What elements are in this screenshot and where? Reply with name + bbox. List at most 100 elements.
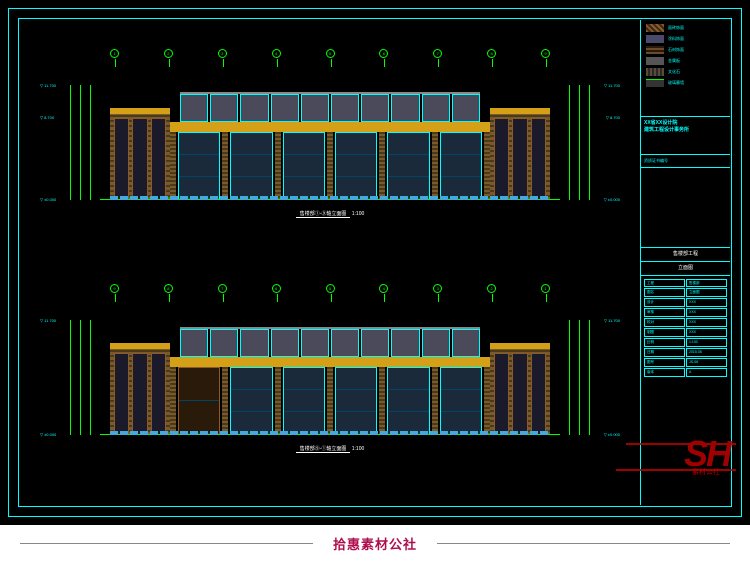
dim-vertical bbox=[569, 85, 570, 200]
watermark-sub: 素材公社 bbox=[692, 467, 720, 477]
tb-field-label: 设计 bbox=[644, 298, 685, 307]
cert-block: 资质证书编号 bbox=[641, 154, 730, 167]
tb-field-label: 比例 bbox=[644, 338, 685, 347]
tb-field-value: 1:100 bbox=[686, 338, 727, 347]
legend-label: 面砖饰面 bbox=[668, 26, 684, 30]
third-floor-band bbox=[180, 92, 480, 122]
tb-field-value: XXX bbox=[686, 298, 727, 307]
dim-vertical bbox=[589, 85, 590, 200]
level-marker: ±0.000 bbox=[604, 432, 620, 437]
dim-vertical bbox=[90, 320, 91, 435]
tb-field-label: 图号 bbox=[644, 358, 685, 367]
tb-field-label: 审核 bbox=[644, 308, 685, 317]
level-marker: 11.700 bbox=[604, 318, 620, 323]
spandrel-band bbox=[170, 122, 490, 132]
end-pavilion-right bbox=[490, 343, 550, 435]
drawing-area[interactable]: 1 2 3 4 5 6 7 8 9 11.700 8.700 ±0.000 11… bbox=[20, 20, 640, 505]
dim-vertical bbox=[90, 85, 91, 200]
axis-bubble: 2 bbox=[164, 49, 173, 58]
legend-swatch bbox=[646, 24, 664, 32]
tb-field-value: XXX bbox=[686, 308, 727, 317]
tb-field-label: 图名 bbox=[644, 288, 685, 297]
end-pavilion-right bbox=[490, 108, 550, 200]
tb-field-label: 日期 bbox=[644, 348, 685, 357]
legend-swatch bbox=[646, 68, 664, 76]
view-caption-top: 售楼部①-⑨轴立面图 1:100 bbox=[100, 210, 560, 218]
legend-row: 面砖饰面 bbox=[646, 24, 726, 32]
building-mass bbox=[110, 325, 550, 435]
level-marker: 8.700 bbox=[606, 115, 620, 120]
elevation-bottom: 9 8 7 6 5 4 3 2 1 11.700 ±0.000 11.700 ±… bbox=[100, 300, 560, 455]
building-mass bbox=[110, 90, 550, 200]
legend-row: 金属板 bbox=[646, 57, 726, 65]
dim-vertical bbox=[70, 320, 71, 435]
title-block-grid: 工程售楼部图名立面图设计XXX审核XXX校对XXX制图XXX比例1:100日期2… bbox=[641, 275, 730, 380]
dim-vertical bbox=[80, 320, 81, 435]
legend-swatch bbox=[646, 57, 664, 65]
axis-bubble: 9 bbox=[541, 49, 550, 58]
axis-bubble: 1 bbox=[110, 49, 119, 58]
firm-header: XX省XX设计院 建筑工程设计事务所 bbox=[641, 116, 730, 154]
central-block bbox=[170, 92, 490, 200]
level-marker: 8.700 bbox=[40, 115, 54, 120]
legend-swatch bbox=[646, 79, 664, 87]
tb-field-value: 2015.08 bbox=[686, 348, 727, 357]
level-marker: ±0.000 bbox=[604, 197, 620, 202]
end-pavilion-left bbox=[110, 108, 170, 200]
axis-bubble: 2 bbox=[487, 284, 496, 293]
tb-field-label: 校对 bbox=[644, 318, 685, 327]
ground-curtain-wall bbox=[170, 132, 490, 200]
dim-vertical bbox=[589, 320, 590, 435]
axis-bubble: 8 bbox=[164, 284, 173, 293]
axis-bubble: 4 bbox=[379, 284, 388, 293]
legend-row: 石材饰面 bbox=[646, 46, 726, 54]
legend-swatch bbox=[646, 46, 664, 54]
legend-label: 石材饰面 bbox=[668, 48, 684, 52]
end-columns bbox=[114, 118, 166, 200]
tb-field-value: XXX bbox=[686, 328, 727, 337]
legend-row: 玻璃幕墙 bbox=[646, 79, 726, 87]
project-name: 售楼部工程 bbox=[641, 247, 730, 261]
tb-field-value: XXX bbox=[686, 318, 727, 327]
material-legend: 面砖饰面涂料饰面石材饰面金属板文化石玻璃幕墙 bbox=[646, 24, 726, 90]
banner-rule-right bbox=[437, 543, 730, 544]
plinth-hatch bbox=[110, 196, 550, 200]
central-block bbox=[170, 327, 490, 435]
tb-field-value: 售楼部 bbox=[686, 279, 727, 288]
legend-label: 金属板 bbox=[668, 59, 680, 63]
tb-field-value: A bbox=[686, 368, 727, 377]
legend-swatch bbox=[646, 35, 664, 43]
page-banner: 拾惠素材公社 bbox=[0, 525, 750, 562]
axis-bubble: 5 bbox=[326, 284, 335, 293]
tb-field-label: 工程 bbox=[644, 279, 685, 288]
legend-label: 玻璃幕墙 bbox=[668, 81, 684, 85]
end-columns bbox=[494, 118, 546, 200]
elevation-top: 1 2 3 4 5 6 7 8 9 11.700 8.700 ±0.000 11… bbox=[100, 65, 560, 220]
axis-bubble: 8 bbox=[487, 49, 496, 58]
cad-viewport[interactable]: 1 2 3 4 5 6 7 8 9 11.700 8.700 ±0.000 11… bbox=[0, 0, 750, 525]
dim-vertical bbox=[70, 85, 71, 200]
view-caption-bot: 售楼部⑨-①轴立面图 1:100 bbox=[100, 445, 560, 453]
legend-label: 涂料饰面 bbox=[668, 37, 684, 41]
legend-row: 涂料饰面 bbox=[646, 35, 726, 43]
stamp-area bbox=[641, 167, 730, 247]
axis-bubble: 6 bbox=[379, 49, 388, 58]
axis-grid-top: 1 2 3 4 5 6 7 8 9 bbox=[110, 49, 550, 58]
axis-bubble: 4 bbox=[272, 49, 281, 58]
axis-bubble: 1 bbox=[541, 284, 550, 293]
end-pavilion-left bbox=[110, 343, 170, 435]
dim-vertical bbox=[579, 320, 580, 435]
dim-vertical bbox=[80, 85, 81, 200]
drawing-name: 立面图 bbox=[641, 261, 730, 275]
axis-bubble: 7 bbox=[433, 49, 442, 58]
level-marker: 11.700 bbox=[604, 83, 620, 88]
axis-bubble: 5 bbox=[326, 49, 335, 58]
legend-label: 文化石 bbox=[668, 70, 680, 74]
cornice-band bbox=[490, 108, 550, 114]
axis-bubble: 7 bbox=[218, 284, 227, 293]
tb-field-value: JS-06 bbox=[686, 358, 727, 367]
banner-rule-left bbox=[20, 543, 313, 544]
tb-field-value: 立面图 bbox=[686, 288, 727, 297]
level-marker: ±0.000 bbox=[40, 432, 56, 437]
level-marker: 11.700 bbox=[40, 318, 56, 323]
